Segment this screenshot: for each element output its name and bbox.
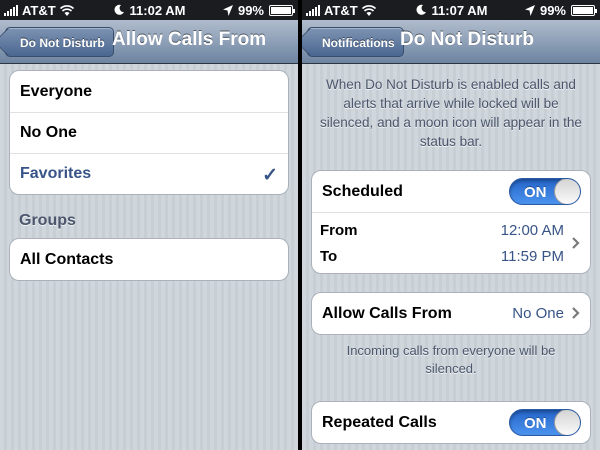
option-favorites[interactable]: Favorites ✓ (10, 153, 288, 194)
to-time: 11:59 PM (500, 247, 564, 265)
status-bar: AT&T 11:07 AM 99% (302, 0, 600, 20)
to-row: To 11:59 PM (320, 247, 564, 265)
moon-icon (416, 4, 426, 15)
option-all-contacts[interactable]: All Contacts (10, 239, 288, 280)
toggle-knob (554, 179, 580, 204)
navigation-bar: Notifications Do Not Disturb (302, 20, 600, 64)
repeated-calls-label: Repeated Calls (322, 413, 437, 431)
allow-calls-group: Allow Calls From No One (311, 292, 591, 335)
toggle-knob (554, 410, 580, 435)
status-time: 11:07 AM (431, 3, 488, 18)
status-time: 11:02 AM (129, 3, 186, 18)
scheduled-label: Scheduled (322, 182, 403, 200)
from-time: 12:00 AM (500, 221, 564, 239)
repeated-calls-toggle[interactable]: ON (509, 409, 581, 436)
chevron-right-icon (572, 237, 580, 249)
from-row: From 12:00 AM (320, 221, 564, 239)
schedule-group: Scheduled ON From 12:00 AM To 11:59 PM (311, 170, 591, 274)
page-title: Allow Calls From (112, 29, 267, 50)
battery-percent: 99% (539, 3, 566, 18)
allow-calls-options: Everyone No One Favorites ✓ (9, 70, 289, 195)
back-button[interactable]: Do Not Disturb (5, 27, 114, 57)
status-bar: AT&T 11:02 AM 99% (0, 0, 298, 20)
battery-percent: 99% (237, 3, 264, 18)
dnd-description: When Do Not Disturb is enabled calls and… (320, 77, 582, 149)
battery-icon (269, 5, 295, 16)
option-no-one[interactable]: No One (10, 112, 288, 153)
page-title: Do Not Disturb (400, 29, 535, 50)
location-arrow-icon (222, 5, 233, 16)
allow-calls-label: Allow Calls From (322, 304, 452, 322)
navigation-bar: Do Not Disturb Allow Calls From (0, 20, 298, 64)
scheduled-row: Scheduled ON (312, 171, 590, 212)
back-button[interactable]: Notifications (307, 27, 404, 57)
schedule-times-row[interactable]: From 12:00 AM To 11:59 PM (312, 212, 590, 273)
repeated-calls-group: Repeated Calls ON (311, 401, 591, 444)
battery-icon (571, 5, 597, 16)
groups-header: Groups (19, 212, 76, 229)
location-arrow-icon (524, 5, 535, 16)
repeated-calls-row: Repeated Calls ON (312, 402, 590, 443)
moon-icon (114, 4, 124, 15)
option-everyone[interactable]: Everyone (10, 71, 288, 112)
allow-calls-value: No One (512, 305, 564, 322)
checkmark-icon: ✓ (262, 165, 278, 186)
allow-calls-row[interactable]: Allow Calls From No One (312, 293, 590, 334)
allow-calls-footer: Incoming calls from everyone will be sil… (346, 343, 556, 376)
do-not-disturb-screen: AT&T 11:07 AM 99% Notifications Do Not D… (302, 0, 600, 450)
chevron-right-icon (572, 307, 580, 319)
groups-list: All Contacts (9, 238, 289, 281)
scheduled-toggle[interactable]: ON (509, 178, 581, 205)
allow-calls-screen: AT&T 11:02 AM 99% Do Not Disturb Allow C… (0, 0, 298, 450)
